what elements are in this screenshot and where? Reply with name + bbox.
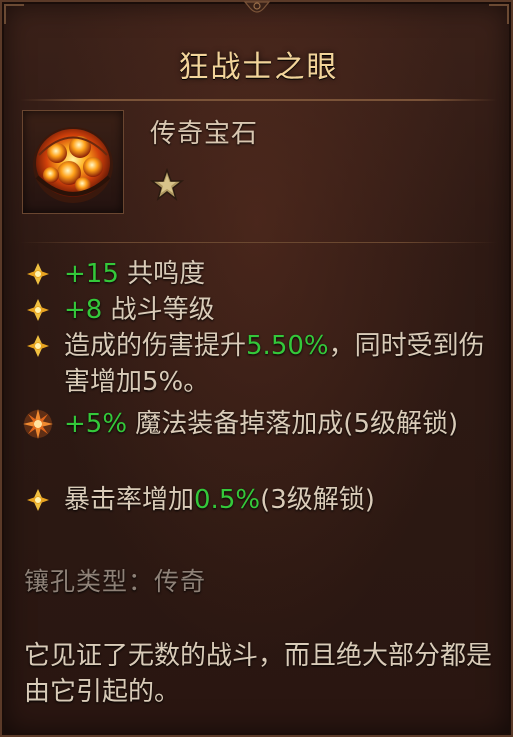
item-type: 传奇宝石 [150,119,259,149]
item-name: 狂战士之眼 [178,50,339,85]
gold-diamond-icon [27,263,49,285]
legendary-gem-icon [33,127,113,203]
gold-diamond-icon [27,489,49,511]
property-resonance: +15 共鸣度 [27,256,504,292]
orange-burst-icon [23,409,53,439]
property-damage: 造成的伤害提升5.50%，同时受到伤害增加5%。 [27,328,504,400]
divider [20,242,497,243]
frame-corner [489,4,509,24]
socket-type: 镶孔类型：传奇 [24,567,207,596]
star-icon [150,168,184,201]
item-image-frame [22,110,124,214]
divider [20,99,497,101]
flavor-text: 它见证了无数的战斗，而且绝大部分都是由它引起的。 [24,641,493,707]
gold-diamond-icon [27,335,49,357]
gold-diamond-icon [27,299,49,321]
ornament-icon [243,1,270,13]
item-tooltip: 狂战士之眼 传奇宝石 +15 共鸣度 +8 战斗等级 造成的伤害提升5.50%，… [0,0,513,737]
property-crit: 暴击率增加0.5%(3级解锁) [27,482,504,518]
frame-corner [4,4,24,24]
property-combat-level: +8 战斗等级 [27,292,504,328]
property-magic-find: +5% 魔法装备掉落加成(5级解锁) [23,406,504,442]
